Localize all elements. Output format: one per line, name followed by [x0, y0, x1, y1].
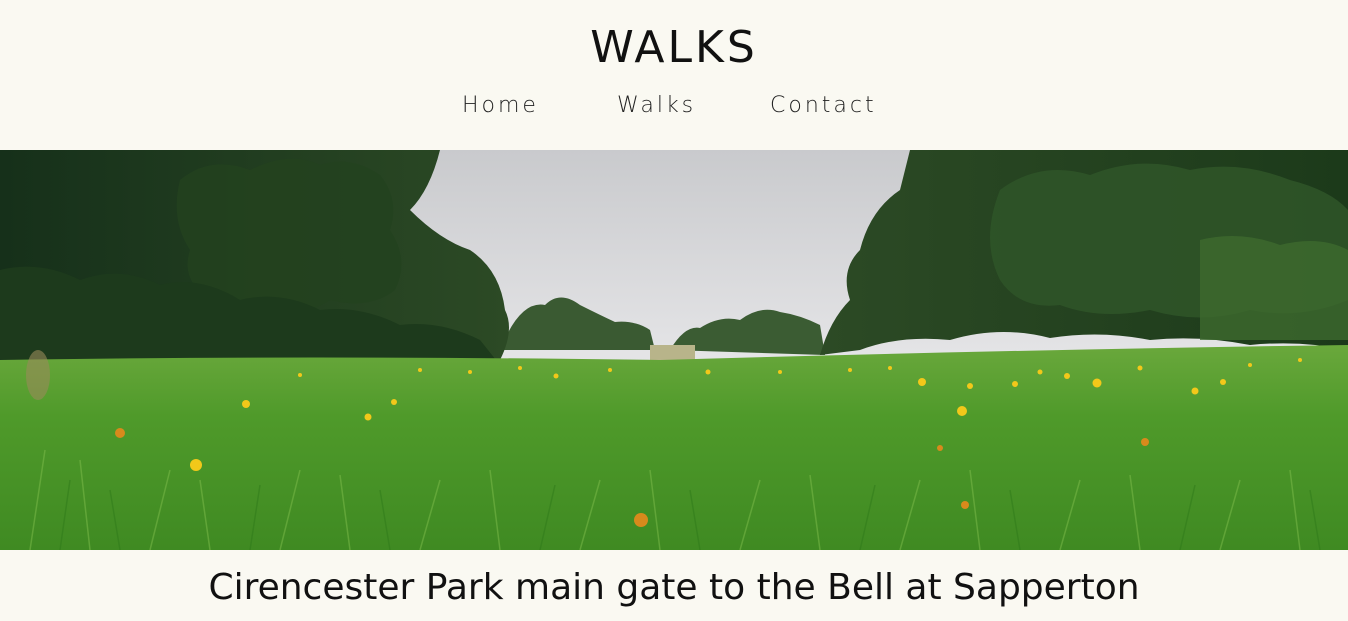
site-header: WALKS Home Walks Contact	[0, 0, 1348, 150]
site-title: WALKS	[590, 22, 758, 73]
nav-link-contact[interactable]: Contact	[770, 90, 877, 122]
main-nav: Home Walks Contact	[0, 90, 1348, 122]
meadow-photo	[0, 150, 1348, 550]
nav-link-home[interactable]: Home	[462, 90, 539, 122]
walk-title: Cirencester Park main gate to the Bell a…	[208, 567, 1140, 608]
hero-image	[0, 150, 1348, 550]
nav-link-walks[interactable]: Walks	[617, 90, 696, 122]
